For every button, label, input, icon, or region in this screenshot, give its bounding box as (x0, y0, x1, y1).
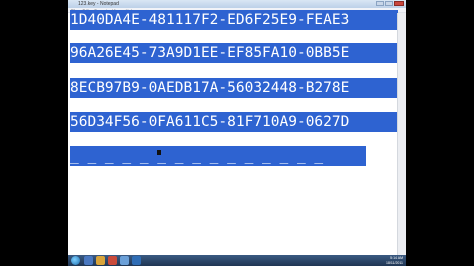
maximize-button[interactable] (385, 1, 393, 6)
ie-taskbar-icon[interactable] (84, 256, 93, 265)
selected-text-line-2[interactable]: 96A26E45-73A9D1EE-EF85FA10-0BB5E (70, 43, 398, 63)
close-button[interactable] (394, 1, 404, 6)
notepad-titlebar[interactable]: 123.key - Notepad (68, 0, 406, 8)
selected-text-line-1[interactable]: 1D40DA4E-481117F2-ED6F25E9-FEAE3 (70, 10, 398, 30)
notepad-taskbar-icon[interactable] (120, 256, 129, 265)
desktop-screen: 123.key - Notepad File Edit Format View … (68, 0, 406, 266)
taskbar: 5:14 AM 18/11/2011 (68, 255, 406, 266)
selected-text-line-4[interactable]: 56D34F56-0FA611C5-81F710A9-0627D (70, 112, 398, 132)
start-button-icon[interactable] (71, 256, 80, 265)
clock[interactable]: 5:14 AM 18/11/2011 (386, 256, 403, 265)
minimize-button[interactable] (376, 1, 384, 6)
explorer-taskbar-icon[interactable] (96, 256, 105, 265)
selected-text-line-3[interactable]: 8ECB97B9-0AEDB17A-56032448-B278E (70, 78, 398, 98)
mouse-cursor-icon (157, 150, 161, 155)
app-taskbar-icon[interactable] (132, 256, 141, 265)
text-editor-area[interactable]: 1D40DA4E-481117F2-ED6F25E9-FEAE3 96A26E4… (68, 10, 398, 255)
selected-text-line-5[interactable]: _ _ _ _ _ _ _ _ _ _ _ _ _ _ _ (70, 146, 366, 166)
media-player-taskbar-icon[interactable] (108, 256, 117, 265)
clock-date: 18/11/2011 (386, 260, 403, 265)
window-title: 123.key - Notepad (78, 1, 119, 7)
window-controls (376, 1, 404, 6)
vertical-scrollbar[interactable] (397, 13, 406, 255)
